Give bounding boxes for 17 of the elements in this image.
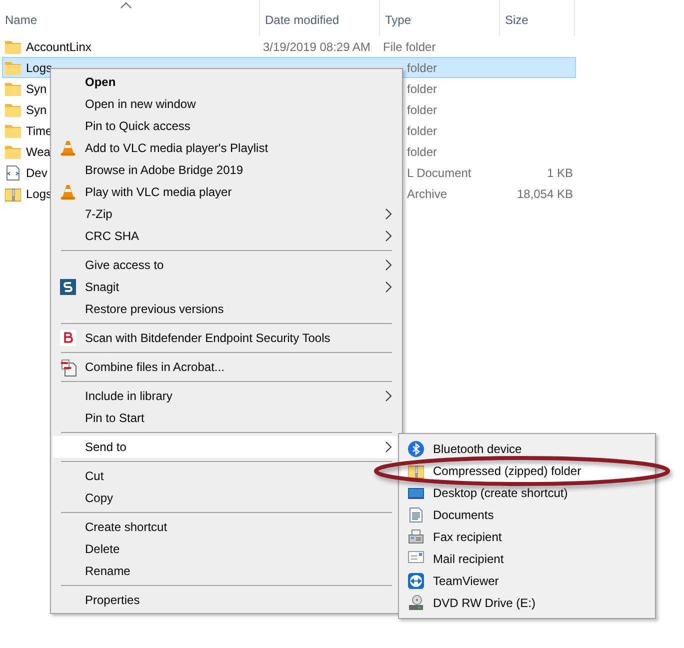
file-name: AccountLinx (26, 38, 92, 56)
file-type: folder (407, 82, 438, 96)
file-type: folder (407, 144, 438, 158)
file-type: L Document (407, 166, 472, 180)
file-name: Syn (26, 102, 47, 118)
file-name: Syn (26, 80, 47, 98)
file-name: Wea (26, 144, 50, 160)
file-type: folder (407, 102, 438, 116)
file-type: folder (407, 124, 438, 138)
file-date: 3/19/2019 08:29 AM (263, 40, 370, 54)
file-type: Archive (407, 186, 448, 200)
file-size: 18,054 KB (516, 186, 573, 200)
file-name: Logs (26, 60, 52, 76)
file-name: Dev (26, 164, 48, 182)
file-type: folder (407, 60, 438, 74)
file-size: 1 KB (546, 166, 573, 180)
file-type: File folder (383, 40, 436, 54)
